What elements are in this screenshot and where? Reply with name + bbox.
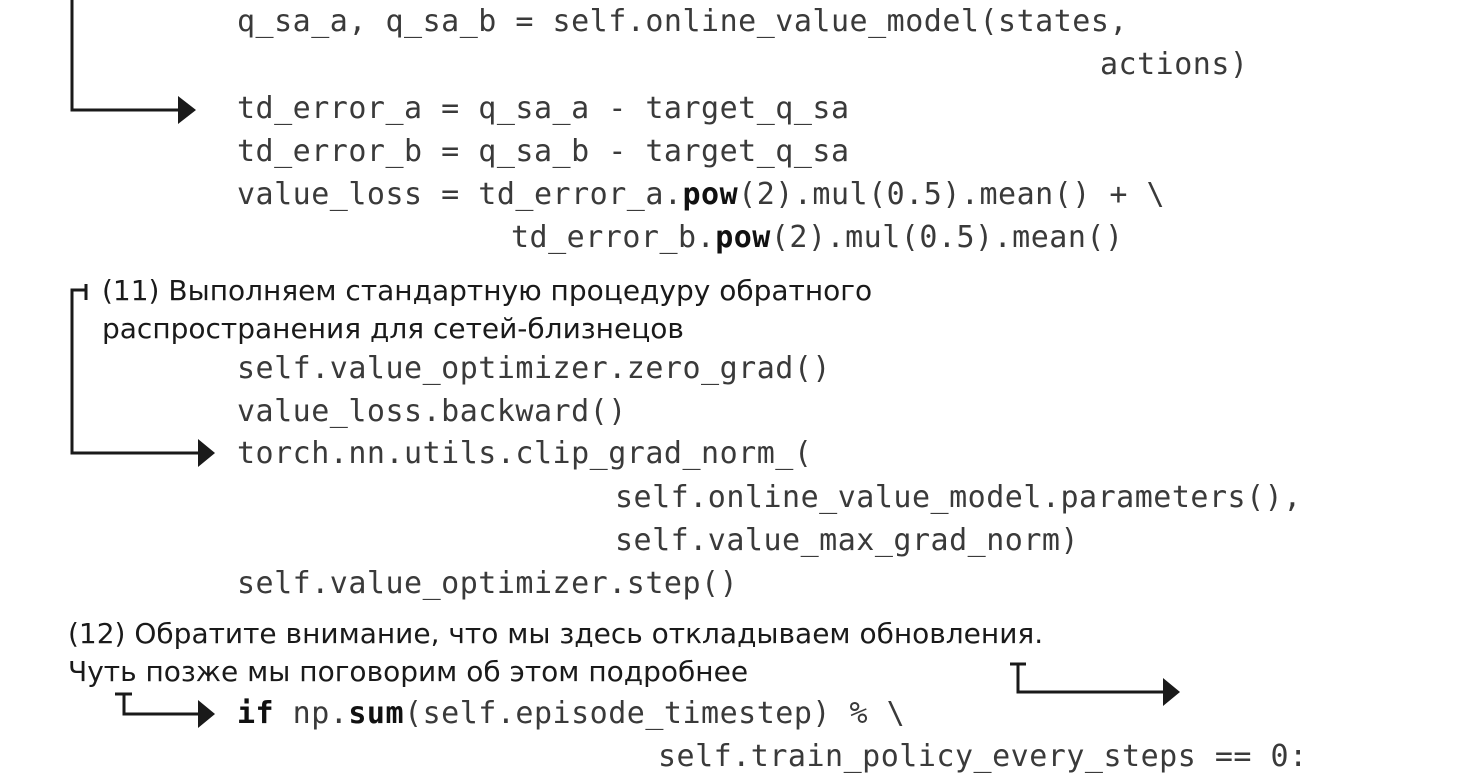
callout-arrow-right — [1010, 662, 1163, 694]
code-text: np. — [274, 696, 349, 731]
callout-arrow-note-12 — [115, 692, 198, 716]
code-line-q-sa: q_sa_a, q_sa_b = self.online_value_model… — [237, 4, 1128, 39]
code-keyword-pow: pow — [682, 177, 739, 212]
arrowhead-note-12 — [198, 700, 215, 728]
note-11-line-2: распространения для сетей-близнецов — [102, 312, 684, 345]
code-line-value-loss: value_loss = td_error_a.pow(2).mul(0.5).… — [237, 177, 1165, 213]
code-line-max-grad-norm: self.value_max_grad_norm) — [615, 523, 1080, 558]
code-text: (self.episode_timestep) % \ — [404, 696, 906, 731]
code-line-td-error-a: td_error_a = q_sa_a - target_q_sa — [237, 91, 850, 126]
code-line-actions: actions) — [1100, 47, 1249, 82]
arrowhead-note-11 — [198, 439, 215, 467]
code-line-backward: value_loss.backward() — [237, 394, 627, 429]
code-text: (2).mul(0.5).mean() — [770, 220, 1124, 255]
code-line-if-sum: if np.sum(self.episode_timestep) % \ — [237, 696, 905, 732]
code-line-clip-grad: torch.nn.utils.clip_grad_norm_( — [237, 436, 813, 471]
code-line-zero-grad: self.value_optimizer.zero_grad() — [237, 351, 831, 386]
code-line-train-policy: self.train_policy_every_steps == 0: — [658, 739, 1308, 774]
code-line-parameters: self.online_value_model.parameters(), — [615, 480, 1302, 515]
callout-arrow-td-error — [70, 0, 180, 112]
note-11-line-1: (11) Выполняем стандартную процедуру обр… — [102, 274, 873, 307]
code-line-value-loss-cont: td_error_b.pow(2).mul(0.5).mean() — [511, 220, 1124, 256]
arrowhead-td-error — [178, 96, 196, 124]
code-keyword-pow: pow — [715, 220, 771, 255]
code-text: value_loss = td_error_a. — [237, 177, 683, 212]
code-text: td_error_b. — [511, 220, 716, 255]
code-keyword-if: if — [237, 696, 275, 731]
note-12-line-1: (12) Обратите внимание, что мы здесь отк… — [68, 617, 1044, 650]
code-keyword-sum: sum — [348, 696, 405, 731]
code-line-optimizer-step: self.value_optimizer.step() — [237, 566, 739, 601]
arrowhead-right — [1163, 678, 1180, 706]
code-text: (2).mul(0.5).mean() + \ — [738, 177, 1166, 212]
note-12-line-2: Чуть позже мы поговорим об этом подробне… — [68, 655, 749, 688]
code-line-td-error-b: td_error_b = q_sa_b - target_q_sa — [237, 134, 850, 169]
